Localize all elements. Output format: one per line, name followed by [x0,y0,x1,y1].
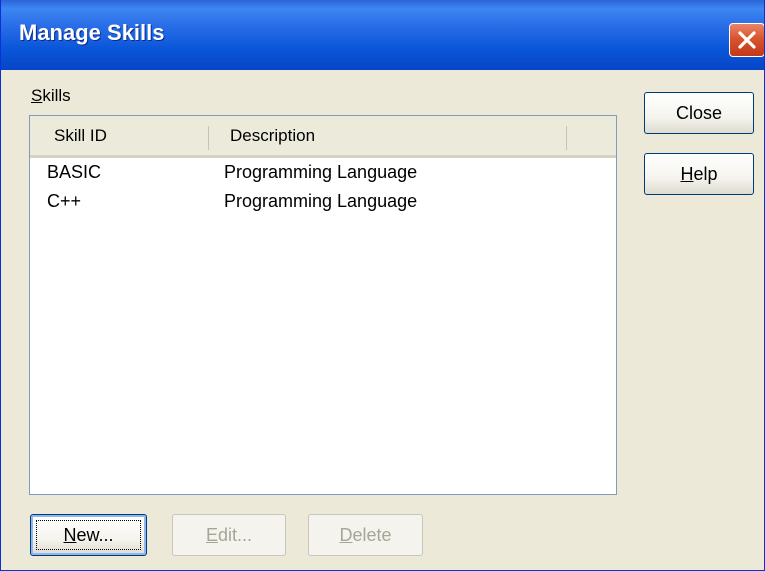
close-window-button[interactable] [729,23,764,57]
focus-rectangle [36,520,141,550]
list-item[interactable]: C++ Programming Language [30,191,616,217]
skill-id-cell: BASIC [47,162,102,182]
manage-skills-dialog: Manage Skills Skills Skill ID Descriptio… [0,0,765,571]
dialog-title: Manage Skills [19,20,165,45]
column-header-skill-id[interactable]: Skill ID [54,126,107,146]
description-cell: Programming Language [224,162,418,182]
title-bar[interactable]: Manage Skills [1,0,764,70]
list-item[interactable]: BASIC Programming Language [30,162,616,188]
column-divider[interactable] [566,126,567,150]
skill-id-cell: C++ [47,191,82,211]
edit-button[interactable]: Edit... [172,514,286,556]
description-cell: Programming Language [224,191,418,211]
column-divider[interactable] [208,126,209,150]
skills-label: Skills [31,86,71,105]
list-header: Skill ID Description [30,116,616,158]
help-button[interactable]: Help [644,153,754,195]
delete-button[interactable]: Delete [308,514,423,556]
close-icon [738,31,756,49]
skills-list[interactable]: Skill ID Description BASIC Programming L… [29,115,617,495]
close-button[interactable]: Close [644,92,754,134]
column-header-description[interactable]: Description [230,126,315,146]
new-button[interactable]: New... [30,514,147,556]
